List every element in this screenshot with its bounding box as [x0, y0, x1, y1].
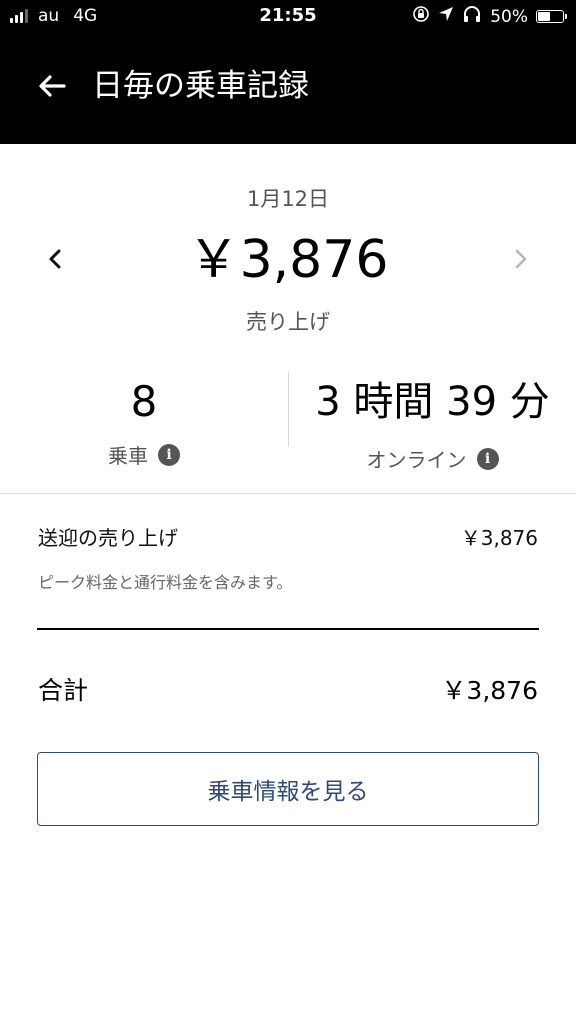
online-time: 3 時間 39 分 [315, 379, 550, 425]
battery-percent: 50% [490, 6, 528, 27]
online-label: オンライン [366, 448, 467, 472]
info-icon[interactable]: i [158, 443, 180, 466]
status-bar-right: 50% [412, 5, 567, 28]
back-button[interactable] [32, 66, 72, 106]
rides-label-row: 乗車 i [0, 440, 288, 469]
status-bar: au 4G 21:55 50% [0, 0, 576, 34]
battery-icon [536, 10, 567, 23]
total-value: ￥3,876 [441, 676, 538, 705]
total-label: 合計 [38, 676, 89, 705]
rides-stat: 8 乗車 i [0, 370, 288, 469]
fare-earnings-row: 送迎の売り上げ ￥3,876 [38, 522, 538, 551]
rides-label: 乗車 [108, 444, 148, 468]
total-divider [37, 628, 539, 630]
section-divider [0, 493, 576, 494]
info-icon[interactable]: i [476, 447, 499, 470]
online-label-row: オンライン i [289, 444, 576, 473]
total-row: 合計 ￥3,876 [38, 671, 538, 707]
earnings-amount: ￥3,876 [187, 230, 389, 290]
online-stat: 3 時間 39 分 オンライン i [289, 370, 576, 473]
rides-count: 8 [130, 377, 158, 426]
headphones-icon [462, 5, 482, 28]
amount-row: ￥3,876 [0, 225, 576, 295]
fare-earnings-label: 送迎の売り上げ [38, 526, 178, 550]
chevron-right-icon [515, 249, 527, 269]
page-title: 日毎の乗車記録 [92, 68, 309, 104]
arrow-left-icon [39, 75, 66, 97]
date-label: 1月12日 [246, 187, 330, 211]
fare-earnings-value: ￥3,876 [460, 526, 538, 550]
location-arrow-icon [438, 6, 454, 27]
battery-level [538, 12, 550, 21]
view-trip-details-button[interactable]: 乗車情報を見る [37, 752, 539, 826]
app-header: 日毎の乗車記録 [0, 34, 576, 144]
earnings-label: 売り上げ [246, 310, 330, 334]
stats-panel: 8 乗車 i 3 時間 39 分 オンライン i [0, 370, 576, 475]
next-day-button[interactable] [501, 239, 541, 279]
fare-earnings-note: ピーク料金と通行料金を含みます。 [38, 573, 293, 592]
orientation-lock-icon [412, 5, 430, 28]
